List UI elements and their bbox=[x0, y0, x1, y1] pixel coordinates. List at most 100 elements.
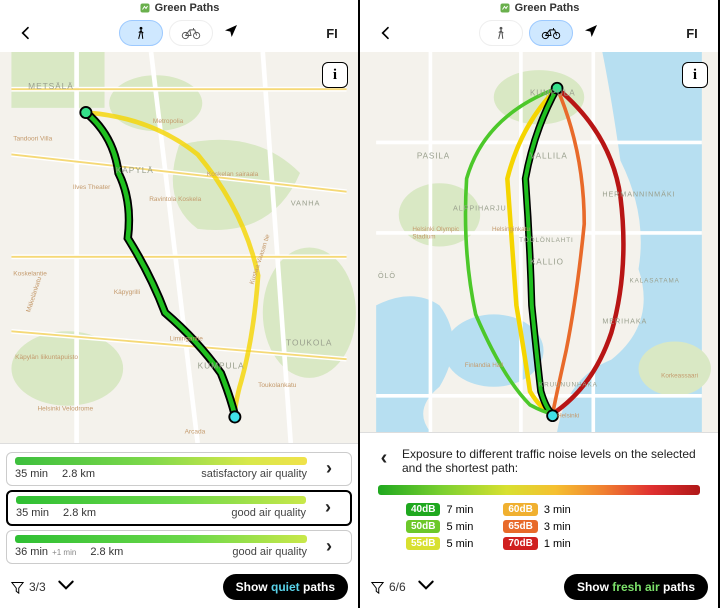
svg-text:Ravintola Koskela: Ravintola Koskela bbox=[149, 196, 201, 203]
svg-text:TOUKOLA: TOUKOLA bbox=[286, 337, 332, 347]
chevron-down-icon bbox=[416, 578, 436, 592]
language-toggle[interactable]: FI bbox=[686, 26, 698, 41]
svg-text:Helsinki Velodrome: Helsinki Velodrome bbox=[37, 405, 93, 412]
map-right[interactable]: KUMPULA PASILA VALLILA ALPPIHARJU KALLIO… bbox=[360, 52, 718, 432]
exposure-text: Exposure to different traffic noise leve… bbox=[402, 447, 704, 475]
language-toggle[interactable]: FI bbox=[326, 26, 338, 41]
legend-row: 60dB3 min bbox=[503, 503, 570, 516]
db-time: 1 min bbox=[544, 538, 571, 550]
svg-text:ALPPIHARJU: ALPPIHARJU bbox=[453, 203, 507, 212]
svg-text:KALLIO: KALLIO bbox=[530, 258, 564, 267]
bike-icon bbox=[541, 26, 561, 40]
chevron-down-icon bbox=[56, 578, 76, 592]
route-card[interactable]: 36 min +1 min 2.8 km good air quality › bbox=[6, 530, 352, 564]
svg-text:PASILA: PASILA bbox=[417, 152, 450, 161]
route-aq: good air quality bbox=[232, 546, 307, 558]
map-left[interactable]: METSÄLÄ KÄPYLÄ KUMPULA TOUKOLA VANHA Met… bbox=[0, 52, 358, 443]
mode-toggle bbox=[479, 20, 573, 46]
back-button[interactable] bbox=[8, 25, 44, 41]
bike-icon bbox=[181, 26, 201, 40]
chevron-left-icon bbox=[18, 25, 34, 41]
svg-text:Finlandia Hall: Finlandia Hall bbox=[465, 362, 503, 369]
filter-button[interactable]: 6/6 bbox=[370, 580, 406, 595]
svg-text:Metropolia: Metropolia bbox=[153, 118, 184, 125]
mode-walk[interactable] bbox=[479, 20, 523, 46]
panel-walk: Green Paths FI bbox=[0, 0, 360, 608]
route-time: 36 min +1 min bbox=[15, 546, 76, 558]
aq-bar bbox=[16, 496, 306, 504]
legend-row: 50dB5 min bbox=[406, 520, 473, 533]
svg-text:KUMPULA: KUMPULA bbox=[530, 88, 576, 97]
svg-text:Ilves Theater: Ilves Theater bbox=[73, 184, 111, 191]
noise-gradient-bar bbox=[378, 485, 700, 495]
chevron-left-icon bbox=[378, 25, 394, 41]
exposure-panel: ‹ Exposure to different traffic noise le… bbox=[360, 432, 718, 608]
svg-text:Koskelantie: Koskelantie bbox=[13, 270, 47, 277]
prev-path-button[interactable]: ‹ bbox=[374, 447, 394, 470]
collapse-button[interactable] bbox=[56, 578, 76, 597]
locate-button[interactable] bbox=[583, 23, 599, 44]
aq-bar bbox=[15, 457, 307, 465]
svg-text:Käpylän liikuntapuisto: Käpylän liikuntapuisto bbox=[15, 354, 78, 361]
svg-text:Korkeassaari: Korkeassaari bbox=[661, 373, 698, 380]
walk-icon bbox=[494, 25, 508, 41]
db-time: 5 min bbox=[446, 538, 473, 550]
route-details-button[interactable]: › bbox=[315, 536, 343, 557]
location-arrow-icon bbox=[223, 23, 239, 39]
svg-text:KRUUNUNHAKA: KRUUNUNHAKA bbox=[539, 382, 598, 389]
mode-walk[interactable] bbox=[119, 20, 163, 46]
db-tag: 65dB bbox=[503, 520, 537, 533]
db-tag: 55dB bbox=[406, 537, 440, 550]
aq-bar bbox=[15, 535, 307, 543]
route-details-button[interactable]: › bbox=[314, 497, 342, 518]
back-button[interactable] bbox=[368, 25, 404, 41]
brand: Green Paths bbox=[360, 0, 718, 16]
filter-icon bbox=[10, 580, 25, 595]
show-paths-button[interactable]: Show quiet paths bbox=[223, 574, 348, 600]
filter-count: 3/3 bbox=[29, 580, 46, 594]
svg-text:KALASATAMA: KALASATAMA bbox=[629, 278, 679, 285]
filter-icon bbox=[370, 580, 385, 595]
svg-text:MERIHAKA: MERIHAKA bbox=[602, 316, 647, 325]
svg-text:TÖÖLÖNLAHTI: TÖÖLÖNLAHTI bbox=[519, 236, 574, 244]
route-aq: satisfactory air quality bbox=[201, 468, 307, 480]
filter-button[interactable]: 3/3 bbox=[10, 580, 46, 595]
panel-bike: Green Paths FI bbox=[360, 0, 720, 608]
info-button[interactable]: i bbox=[322, 62, 348, 88]
svg-text:KÄPYLÄ: KÄPYLÄ bbox=[116, 165, 154, 175]
svg-text:Käpygrilli: Käpygrilli bbox=[114, 289, 140, 296]
route-details-button[interactable]: › bbox=[315, 458, 343, 479]
route-panel: 35 min 2.8 km satisfactory air quality ›… bbox=[0, 443, 358, 608]
locate-button[interactable] bbox=[223, 23, 239, 44]
mode-bike[interactable] bbox=[529, 20, 573, 46]
svg-text:KUMPULA: KUMPULA bbox=[198, 361, 245, 371]
svg-text:Koskelan sairaala: Koskelan sairaala bbox=[207, 171, 259, 178]
svg-text:Limingantie: Limingantie bbox=[170, 336, 204, 343]
brand: Green Paths bbox=[0, 0, 358, 16]
legend-row: 55dB 5 min bbox=[406, 537, 473, 550]
db-tag: 50dB bbox=[406, 520, 440, 533]
route-card[interactable]: 35 min 2.8 km good air quality › bbox=[6, 490, 352, 526]
route-aq: good air quality bbox=[231, 507, 306, 519]
legend-row: 65dB3 min bbox=[503, 520, 570, 533]
svg-text:Stadium: Stadium bbox=[412, 233, 435, 240]
route-time: 35 min bbox=[15, 468, 48, 480]
route-distance: 2.8 km bbox=[90, 546, 123, 558]
topbar: FI bbox=[0, 16, 358, 52]
mode-toggle bbox=[119, 20, 213, 46]
svg-text:Tandoori Villa: Tandoori Villa bbox=[13, 135, 52, 142]
route-card[interactable]: 35 min 2.8 km satisfactory air quality › bbox=[6, 452, 352, 486]
show-paths-button[interactable]: Show fresh air paths bbox=[564, 574, 708, 600]
collapse-button[interactable] bbox=[416, 578, 436, 597]
svg-text:METSÄLÄ: METSÄLÄ bbox=[28, 81, 74, 91]
db-tag: 40dB bbox=[406, 503, 440, 516]
svg-text:Helsinki: Helsinki bbox=[557, 413, 579, 420]
brand-text: Green Paths bbox=[155, 2, 220, 14]
legend-row: 40dB7 min bbox=[406, 503, 473, 516]
info-button[interactable]: i bbox=[682, 62, 708, 88]
mode-bike[interactable] bbox=[169, 20, 213, 46]
svg-text:Helsinki Olympic: Helsinki Olympic bbox=[412, 226, 459, 233]
walk-icon bbox=[134, 25, 148, 41]
noise-legend: 40dB7 min 50dB5 min 55dB 5 min 60dB3 min 65d… bbox=[368, 503, 710, 554]
route-time: 35 min bbox=[16, 507, 49, 519]
